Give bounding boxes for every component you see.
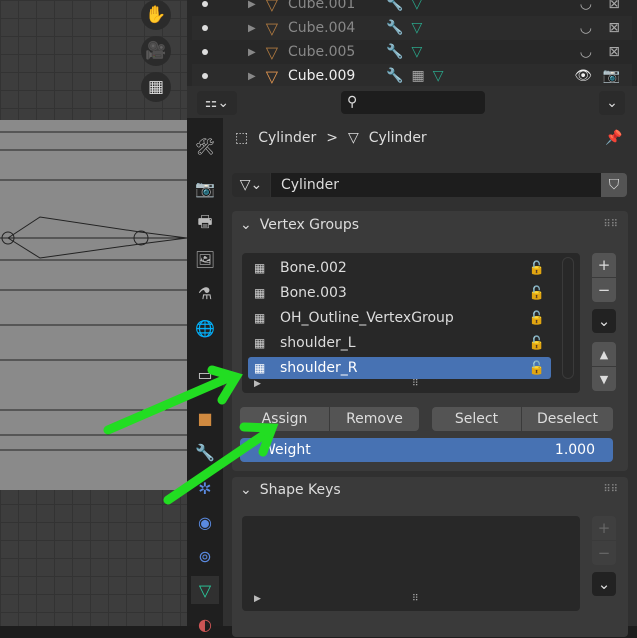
arrow-to-assign bbox=[163, 427, 273, 505]
annotation-arrows bbox=[103, 365, 279, 505]
arrow-to-list bbox=[103, 373, 233, 435]
